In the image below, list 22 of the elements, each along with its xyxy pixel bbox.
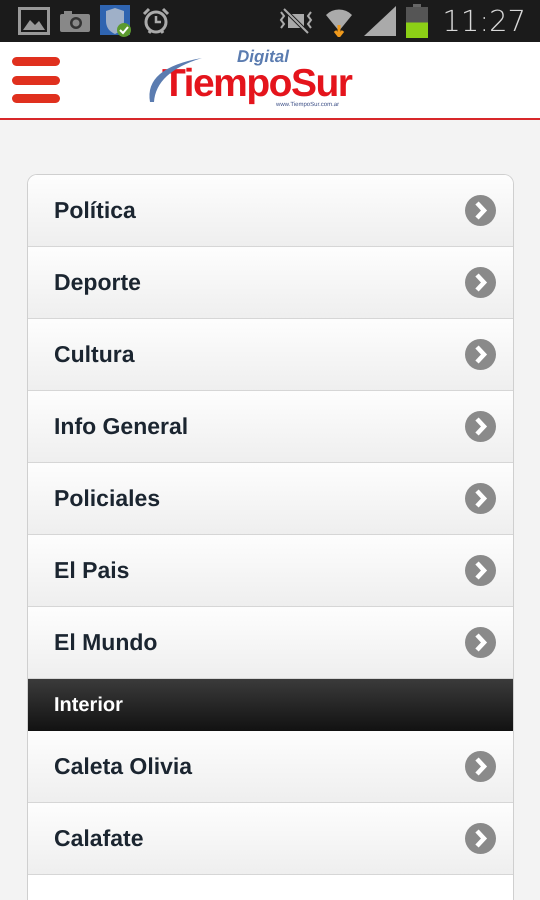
- picture-icon: [18, 7, 50, 35]
- signal-icon: [364, 6, 396, 36]
- chevron-right-icon: [465, 483, 496, 514]
- vibrate-mute-icon: [278, 8, 314, 34]
- menu-button[interactable]: [12, 57, 60, 103]
- chevron-right-icon: [465, 751, 496, 782]
- logo-subtitle: Digital: [237, 48, 289, 66]
- chevron-right-icon: [465, 267, 496, 298]
- chevron-right-icon: [465, 823, 496, 854]
- chevron-right-icon: [465, 627, 496, 658]
- chevron-right-icon: [465, 555, 496, 586]
- section-header: Interior: [28, 679, 513, 731]
- alarm-clock-icon: [142, 7, 170, 35]
- camera-icon: [60, 10, 90, 32]
- chevron-right-icon: [465, 195, 496, 226]
- logo-text: TiempoSur: [162, 66, 352, 102]
- status-time: 11:27: [442, 4, 526, 38]
- shield-icon: [100, 5, 132, 37]
- chevron-right-icon: [465, 339, 496, 370]
- chevron-right-icon: [465, 411, 496, 442]
- menu-item[interactable]: Política: [28, 175, 513, 247]
- battery-icon: [406, 4, 428, 38]
